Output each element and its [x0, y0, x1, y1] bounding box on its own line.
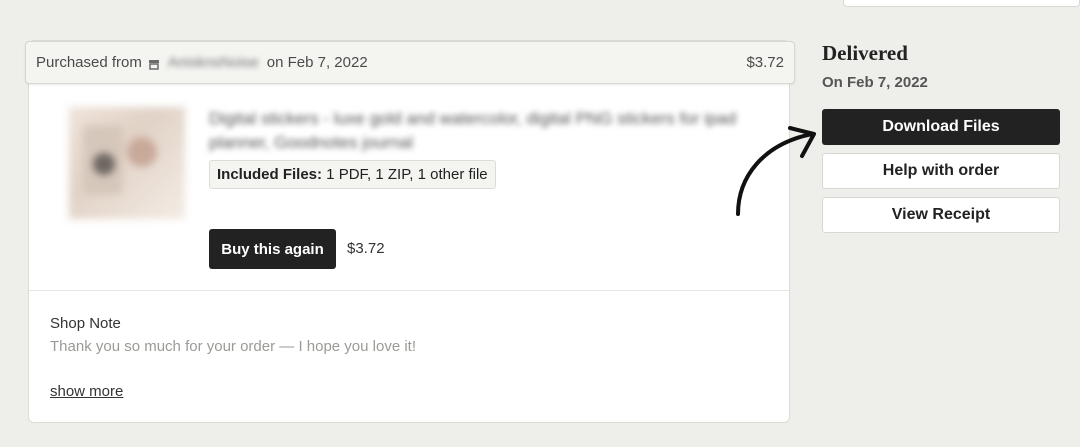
hand-drawn-arrow-icon: [736, 126, 816, 216]
purchase-info: Purchased from AnisknsNoise on Feb 7, 20…: [36, 54, 368, 71]
buy-again-button[interactable]: Buy this again: [209, 229, 336, 269]
item-thumbnail[interactable]: [69, 107, 185, 219]
order-total: $3.72: [746, 54, 784, 71]
show-more-link[interactable]: show more: [50, 383, 123, 400]
included-files-value: 1 PDF, 1 ZIP, 1 other file: [322, 166, 488, 183]
purchased-from-label: Purchased from: [36, 54, 142, 71]
included-files-label: Included Files:: [217, 166, 323, 183]
item-title-link[interactable]: Digital stickers - luxe gold and waterco…: [209, 107, 769, 155]
item-price: $3.72: [347, 240, 385, 257]
view-receipt-button[interactable]: View Receipt: [822, 197, 1060, 233]
top-right-box: [843, 0, 1080, 7]
help-with-order-button[interactable]: Help with order: [822, 153, 1060, 189]
download-files-button[interactable]: Download Files: [822, 109, 1060, 145]
included-files-badge: Included Files: 1 PDF, 1 ZIP, 1 other fi…: [209, 160, 496, 189]
shop-note-title: Shop Note: [50, 315, 121, 332]
shop-name-link[interactable]: AnisknsNoise: [166, 54, 261, 71]
shop-icon: [148, 57, 160, 70]
purchase-date: on Feb 7, 2022: [266, 54, 368, 71]
card-divider: [29, 290, 789, 291]
delivery-date: On Feb 7, 2022: [822, 74, 928, 91]
order-header: Purchased from AnisknsNoise on Feb 7, 20…: [25, 41, 795, 84]
delivery-status: Delivered: [822, 41, 908, 65]
shop-note-text: Thank you so much for your order — I hop…: [50, 338, 417, 355]
order-card: Purchased from AnisknsNoise on Feb 7, 20…: [25, 40, 795, 423]
